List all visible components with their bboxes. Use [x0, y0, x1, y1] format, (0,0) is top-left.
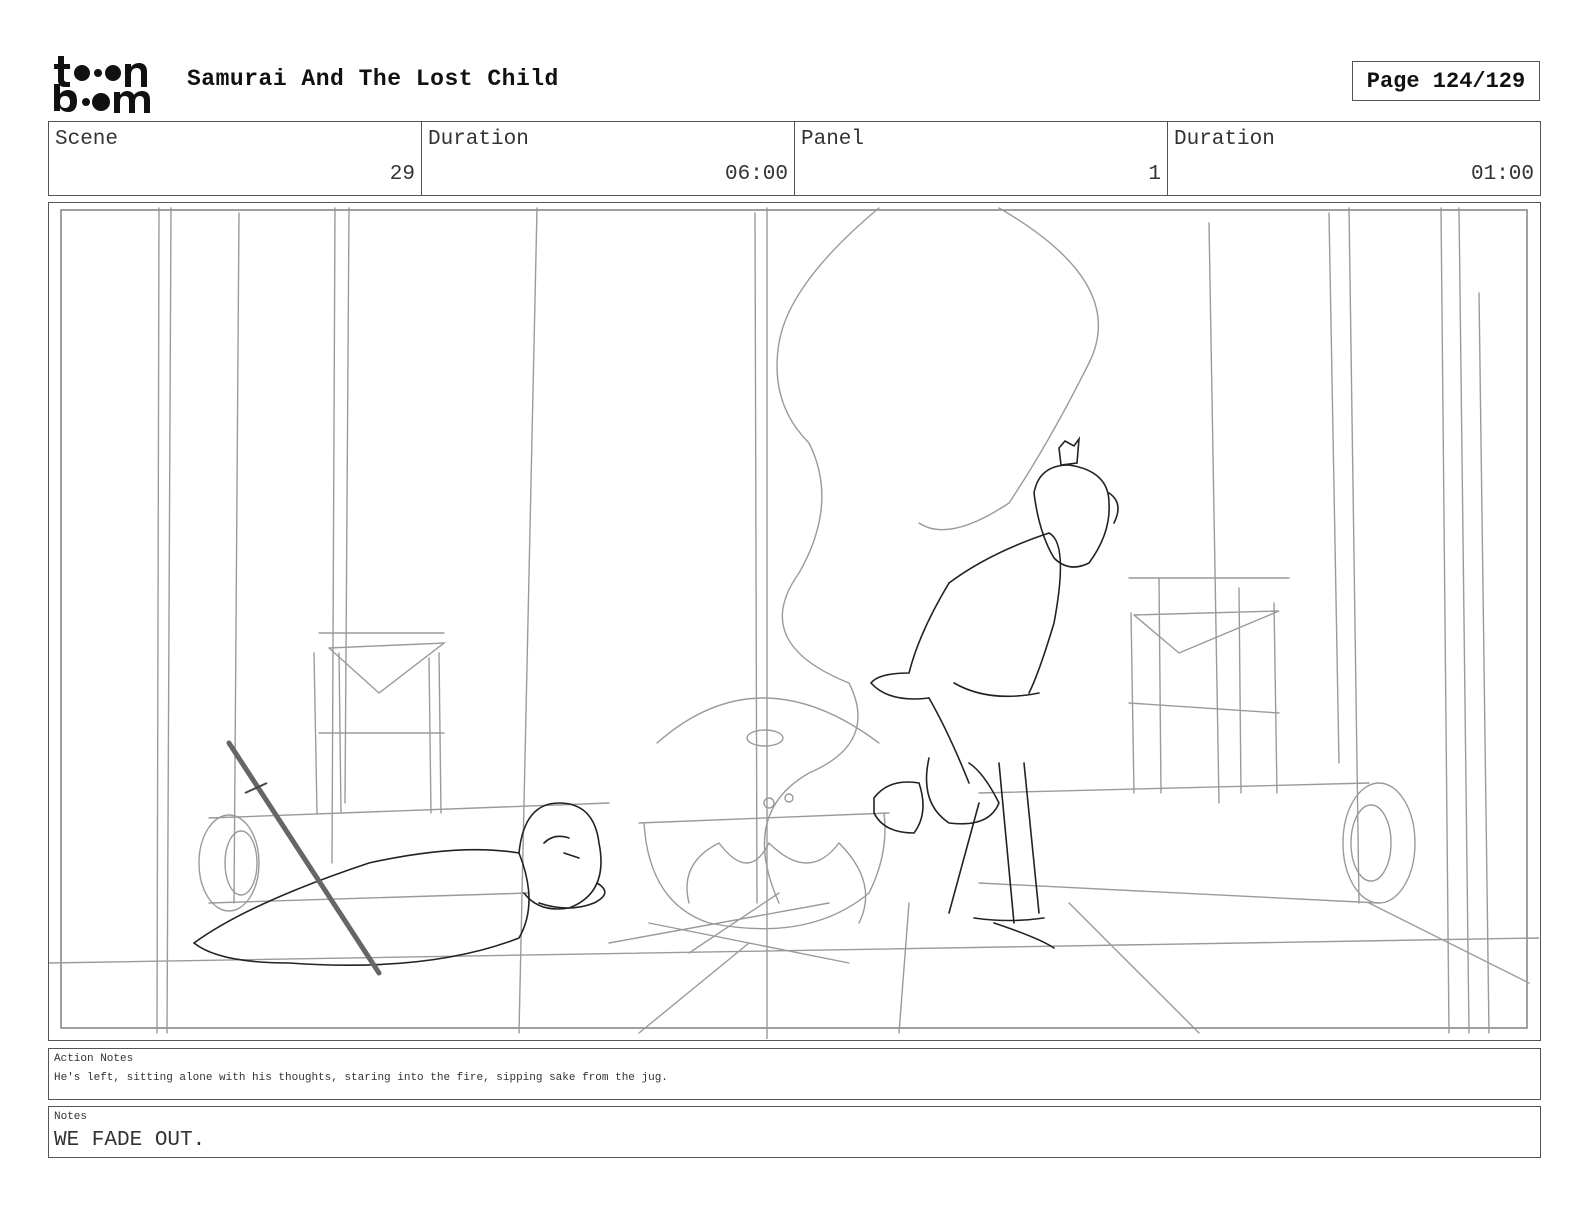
- scene-label: Scene: [55, 128, 119, 151]
- project-title: Samurai And The Lost Child: [187, 66, 559, 92]
- scene-duration-label: Duration: [428, 128, 529, 151]
- scene-cell: Scene 29: [49, 122, 422, 195]
- action-notes-label: Action Notes: [54, 1053, 134, 1065]
- scene-duration-cell: Duration 06:00: [422, 122, 795, 195]
- scene-info-row: Scene 29 Duration 06:00 Panel 1 Duration…: [48, 121, 1541, 196]
- notes-label: Notes: [54, 1111, 88, 1123]
- panel-duration-cell: Duration 01:00: [1168, 122, 1540, 195]
- panel-cell: Panel 1: [795, 122, 1168, 195]
- storyboard-sketch: [49, 207, 1539, 1039]
- panel-duration-value: 01:00: [1470, 163, 1534, 186]
- toon-boom-logo: [54, 56, 150, 113]
- page-number: Page 124/129: [1352, 61, 1540, 101]
- notes-text: WE FADE OUT.: [54, 1129, 206, 1152]
- scene-value: 29: [389, 163, 415, 186]
- storyboard-panel: [48, 202, 1541, 1041]
- notes-box: Notes WE FADE OUT.: [48, 1106, 1541, 1158]
- action-notes-box: Action Notes He's left, sitting alone wi…: [48, 1048, 1541, 1100]
- action-notes-text: He's left, sitting alone with his though…: [54, 1072, 668, 1084]
- panel-value: 1: [1148, 163, 1161, 186]
- panel-label: Panel: [801, 128, 865, 151]
- panel-duration-label: Duration: [1174, 128, 1275, 151]
- scene-duration-value: 06:00: [724, 163, 788, 186]
